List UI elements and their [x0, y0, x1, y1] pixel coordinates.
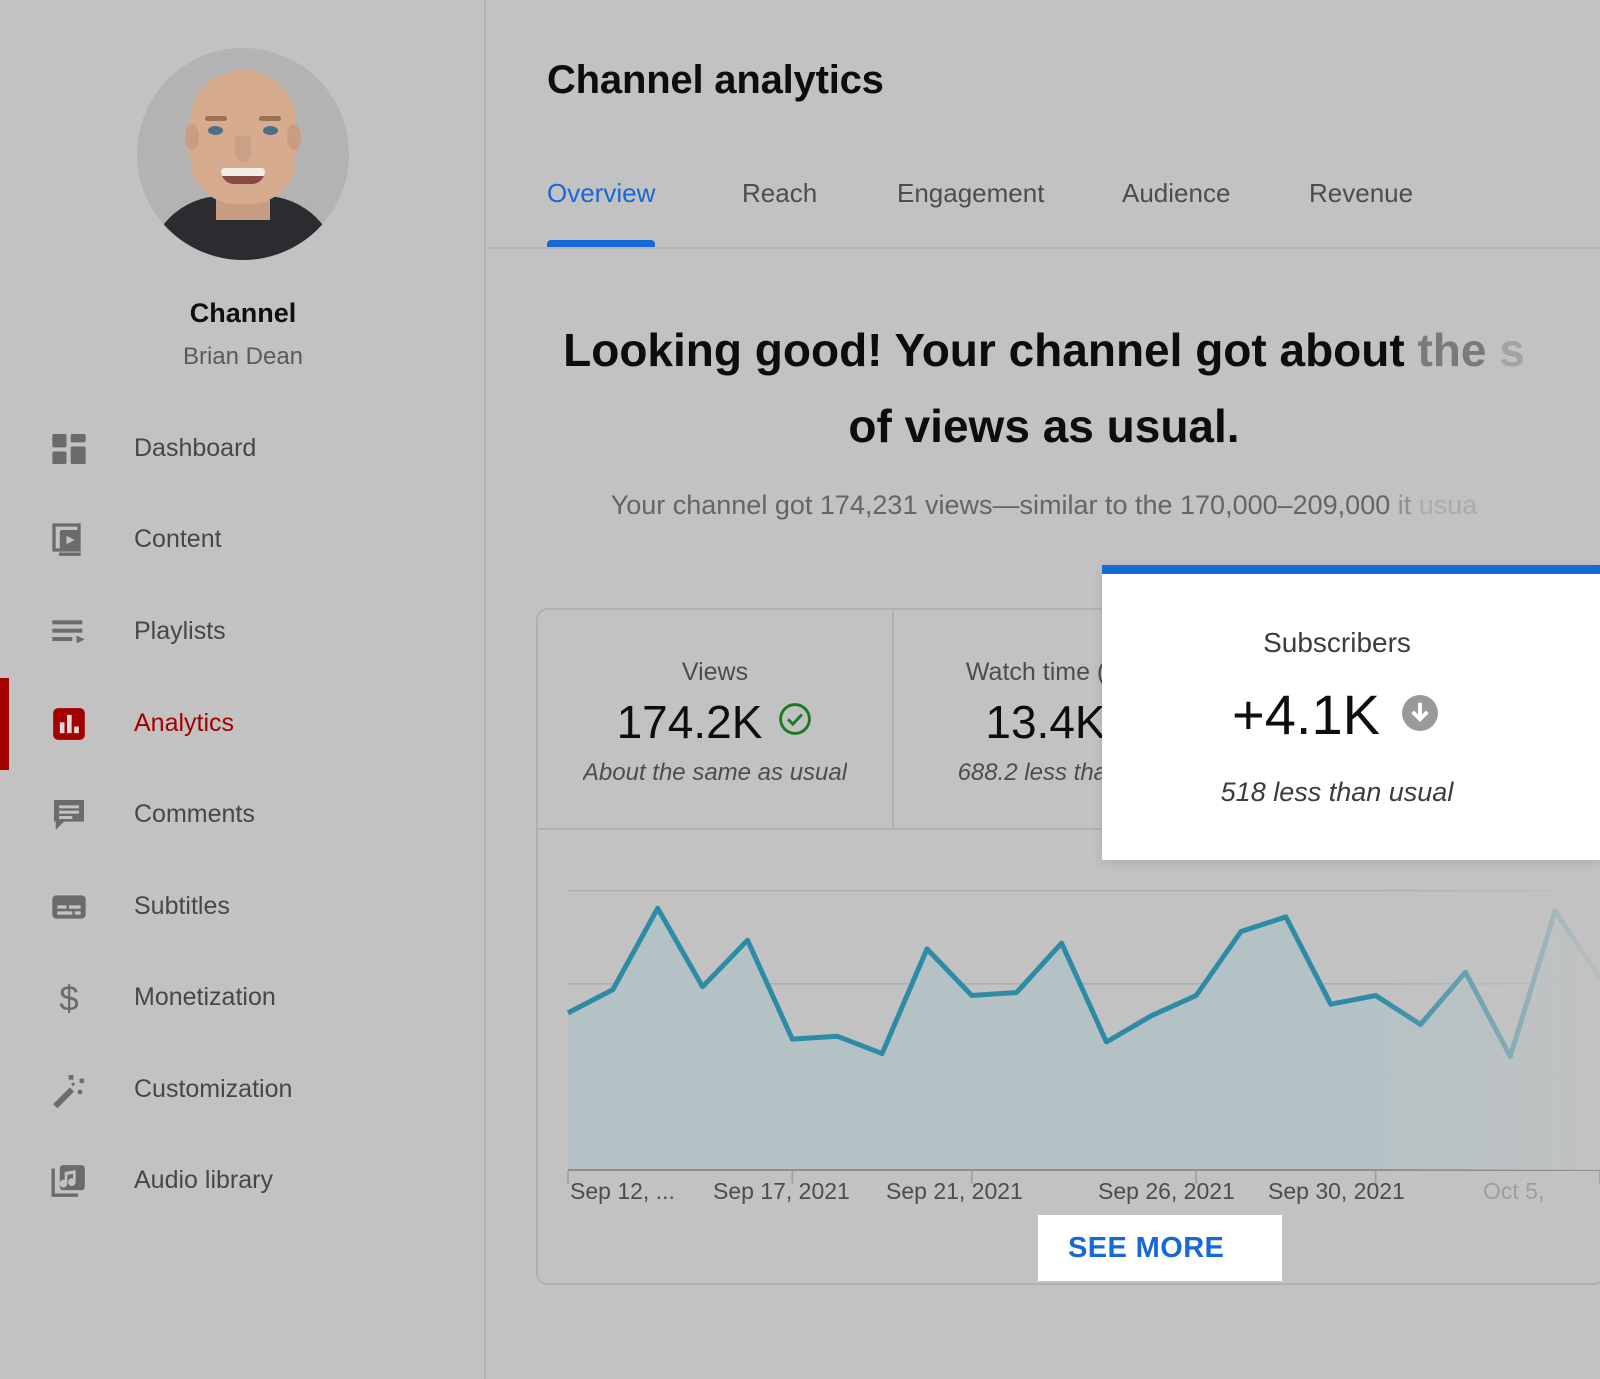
- channel-heading: Channel: [189, 298, 297, 328]
- page-title: Channel analytics: [547, 58, 884, 102]
- sidebar-item-customization[interactable]: Customization: [0, 1044, 486, 1135]
- sidebar-item-comments[interactable]: Comments: [0, 769, 486, 860]
- sidebar-item-audio-library[interactable]: Audio library: [0, 1135, 486, 1226]
- subscribers-popup: Subscribers +4.1K 518 less than usual: [1102, 565, 1600, 860]
- subtext-fade2: usua: [1411, 490, 1478, 520]
- popup-accent-bar: [1102, 565, 1600, 574]
- x-tick-label: Sep 21, 2021: [886, 1178, 1023, 1204]
- dashboard-icon: [46, 426, 92, 472]
- headline-line2: of views as usual.: [848, 400, 1240, 452]
- sidebar-item-monetization[interactable]: $ Monetization: [0, 952, 486, 1043]
- content-icon: [46, 517, 92, 563]
- svg-text:$: $: [59, 979, 78, 1018]
- check-circle-icon: [777, 701, 813, 742]
- tab-audience[interactable]: Audience: [1122, 178, 1230, 238]
- sidebar-item-label: Comments: [134, 800, 255, 828]
- sidebar-item-label: Playlists: [134, 617, 226, 645]
- x-tick-label: Sep 26, 2021: [1098, 1178, 1235, 1204]
- see-more-button[interactable]: SEE MORE: [1038, 1215, 1282, 1281]
- sidebar-item-dashboard[interactable]: Dashboard: [0, 403, 486, 494]
- playlists-icon: [46, 609, 92, 655]
- headline-line1-fade1: the: [1417, 324, 1487, 376]
- popup-metric-sub: 518 less than usual: [1220, 777, 1454, 807]
- dollar-icon: $: [46, 975, 92, 1021]
- sidebar-item-label: Dashboard: [134, 434, 257, 462]
- sidebar-item-label: Customization: [134, 1075, 293, 1103]
- sidebar-item-label: Monetization: [134, 983, 276, 1011]
- metric-value: 174.2K: [616, 695, 763, 748]
- sidebar-item-label: Audio library: [134, 1166, 273, 1194]
- sidebar-item-analytics[interactable]: Analytics: [0, 678, 486, 769]
- x-tick-label: Sep 12, ...: [570, 1178, 675, 1204]
- channel-name: Brian Dean: [182, 343, 304, 370]
- comments-icon: [46, 792, 92, 838]
- sidebar-item-playlists[interactable]: Playlists: [0, 586, 486, 677]
- subtitles-icon: [46, 884, 92, 930]
- metric-sub: About the same as usual: [582, 758, 848, 786]
- x-tick-label: Oct 5,: [1483, 1178, 1545, 1204]
- x-tick-label: Sep 17, 2021: [713, 1178, 850, 1204]
- avatar[interactable]: [137, 48, 349, 260]
- metric-value: 13.4K: [985, 695, 1106, 748]
- metric-views[interactable]: Views 174.2K About the same as usual: [538, 610, 894, 828]
- subtext-fade1: it: [1397, 490, 1412, 520]
- sidebar-item-content[interactable]: Content: [0, 494, 486, 585]
- sidebar-item-label: Subtitles: [134, 892, 230, 920]
- magic-wand-icon: [46, 1067, 92, 1113]
- sidebar: Channel Brian Dean Dashboard Content Pla…: [0, 0, 486, 1379]
- sidebar-item-label: Analytics: [134, 709, 235, 737]
- popup-value-row: +4.1K: [1102, 687, 1572, 743]
- summary-subtext: Your channel got 174,231 views—similar t…: [488, 490, 1600, 521]
- popup-metric-label: Subscribers: [1263, 627, 1411, 658]
- tab-overview[interactable]: Overview: [547, 178, 655, 238]
- subtext-solid: Your channel got 174,231 views—similar t…: [610, 490, 1398, 520]
- tab-engagement[interactable]: Engagement: [897, 178, 1044, 238]
- tab-reach[interactable]: Reach: [742, 178, 817, 238]
- arrow-down-circle-icon: [1398, 691, 1442, 740]
- active-tab-underline: [547, 240, 655, 247]
- analytics-icon: [46, 701, 92, 747]
- summary-headline: Looking good! Your channel got about the…: [488, 312, 1600, 464]
- audio-library-icon: [46, 1158, 92, 1204]
- avatar-image: [137, 48, 349, 260]
- tabs-divider: [488, 247, 1600, 249]
- headline-line1-fade2: s: [1486, 324, 1525, 376]
- sidebar-item-subtitles[interactable]: Subtitles: [0, 861, 486, 952]
- youtube-studio-analytics-page: Channel Brian Dean Dashboard Content Pla…: [0, 0, 1600, 1379]
- analytics-tabs: Overview Reach Engagement Audience Reven…: [547, 178, 1600, 250]
- popup-metric-value: +4.1K: [1232, 683, 1380, 746]
- tab-revenue[interactable]: Revenue: [1309, 178, 1413, 238]
- see-more-label: SEE MORE: [1068, 1231, 1225, 1264]
- headline-line1-solid: Looking good! Your channel got about: [563, 324, 1418, 376]
- metric-label: Views: [681, 657, 749, 686]
- x-tick-label: Sep 30, 2021: [1268, 1178, 1405, 1204]
- sidebar-item-label: Content: [134, 525, 222, 553]
